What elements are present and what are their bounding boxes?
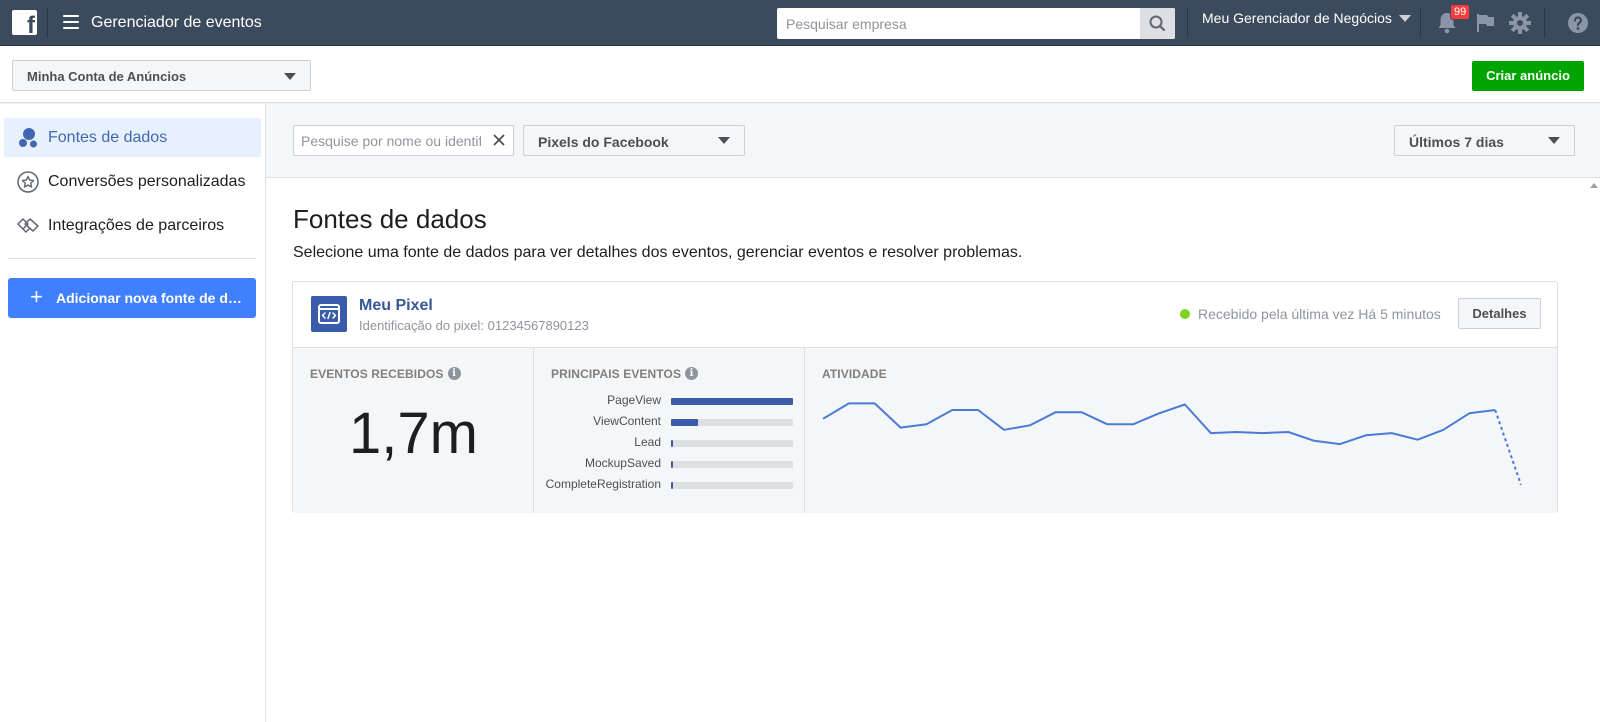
scrollbar-up-arrow[interactable] <box>1588 178 1600 192</box>
top-events-panel: PRINCIPAIS EVENTOS i PageView ViewContent L… <box>534 348 805 513</box>
create-ad-button[interactable]: Criar anúncio <box>1472 61 1584 91</box>
details-button[interactable]: Detalhes <box>1458 298 1541 329</box>
sidebar-item-data-sources[interactable]: Fontes de dados <box>4 118 261 157</box>
events-received-value: 1,7m <box>349 401 478 466</box>
close-icon[interactable] <box>491 132 507 148</box>
pixel-id: Identificação do pixel: 01234567890123 <box>359 318 589 333</box>
add-data-source-label: Adicionar nova fonte de d… <box>56 290 242 306</box>
ad-account-select[interactable]: Minha Conta de Anúncios <box>12 60 311 91</box>
source-type-select[interactable]: Pixels do Facebook <box>523 125 745 156</box>
data-source-search <box>293 125 514 156</box>
data-source-search-input[interactable] <box>294 126 488 155</box>
pixel-card: Meu Pixel Identificação do pixel: 012345… <box>292 281 1558 513</box>
sidebar-item-custom-conversions[interactable]: Conversões personalizadas <box>4 162 261 201</box>
top-event-name: MockupSaved <box>584 456 661 470</box>
top-event-bar-track <box>671 419 793 426</box>
page-subtitle: Selecione uma fonte de dados para ver de… <box>293 244 1023 261</box>
account-bar: Minha Conta de Anúncios Criar anúncio <box>0 46 1600 103</box>
date-range-label: Últimos 7 dias <box>1409 134 1504 150</box>
info-icon[interactable]: i <box>447 367 461 381</box>
search-button[interactable] <box>1140 8 1175 39</box>
top-event-bar <box>671 461 674 468</box>
date-range-select[interactable]: Últimos 7 dias <box>1394 125 1575 156</box>
top-event-bar-track <box>671 482 793 489</box>
divider <box>1420 8 1421 38</box>
sidebar-item-partner-integrations[interactable]: Integrações de parceiros <box>4 206 261 245</box>
top-event-name: CompleteRegistration <box>545 477 661 491</box>
top-event-row: CompleteRegistration <box>534 477 805 493</box>
ad-account-label: Minha Conta de Anúncios <box>27 69 187 84</box>
data-sources-icon <box>19 128 37 148</box>
top-event-row: ViewContent <box>534 414 805 430</box>
top-event-bar-track <box>671 440 793 447</box>
events-received-panel: EVENTOS RECEBIDOS i 1,7m <box>293 348 534 513</box>
chevron-down-icon <box>284 73 296 80</box>
top-event-row: Lead <box>534 435 805 451</box>
activity-line-projection <box>1494 409 1522 486</box>
sidebar-item-label: Integrações de parceiros <box>48 217 225 234</box>
top-event-row: MockupSaved <box>534 456 805 472</box>
pixel-code-icon <box>311 296 347 332</box>
activity-line <box>822 402 1496 446</box>
top-event-name: PageView <box>607 393 661 407</box>
hamburger-menu-icon[interactable] <box>63 15 79 29</box>
flag-icon <box>1477 14 1494 32</box>
main-content: Fontes de dados Selecione uma fonte de d… <box>266 178 1588 722</box>
top-event-row: PageView <box>534 393 805 409</box>
chevron-down-icon <box>1548 137 1560 144</box>
app-title: Gerenciador de eventos <box>91 14 262 31</box>
top-event-bar <box>671 482 674 489</box>
top-event-name: ViewContent <box>593 414 661 428</box>
source-type-label: Pixels do Facebook <box>538 134 669 150</box>
chevron-down-icon <box>718 137 730 144</box>
sidebar-item-label: Conversões personalizadas <box>48 173 246 190</box>
plus-icon: + <box>30 284 43 309</box>
activity-label: ATIVIDADE <box>822 367 887 381</box>
events-received-label: EVENTOS RECEBIDOS i <box>310 367 461 381</box>
top-event-bar-track <box>671 461 793 468</box>
sidebar-item-label: Fontes de dados <box>48 129 168 146</box>
top-events-label: PRINCIPAIS EVENTOS i <box>551 367 699 381</box>
settings-button[interactable] <box>1507 10 1533 36</box>
handshake-icon <box>17 218 39 234</box>
top-event-bar <box>671 419 698 426</box>
top-event-bar <box>671 398 793 405</box>
facebook-logo-icon[interactable]: f <box>12 10 37 35</box>
notification-badge: 99 <box>1450 4 1471 20</box>
page-title: Fontes de dados <box>293 204 487 234</box>
status-indicator <box>1180 309 1190 319</box>
filter-bar: Pixels do Facebook Últimos 7 dias <box>266 104 1600 178</box>
info-icon[interactable]: i <box>685 367 699 381</box>
business-search-input[interactable] <box>777 8 1143 39</box>
divider <box>1544 8 1545 38</box>
sidebar: Fontes de dados Conversões personalizada… <box>0 104 266 722</box>
top-event-name: Lead <box>634 435 661 449</box>
pixel-stats: EVENTOS RECEBIDOS i 1,7m PRINCIPAIS EVENT… <box>293 347 1557 513</box>
chevron-down-icon <box>1398 14 1411 22</box>
star-badge-icon <box>17 171 39 193</box>
business-manager-menu[interactable]: Meu Gerenciador de Negócios <box>1202 10 1411 26</box>
top-event-bar <box>671 440 674 447</box>
business-search <box>777 8 1175 39</box>
pixel-status: Recebido pela última vez Há 5 minutos <box>1198 306 1441 322</box>
top-bar: f Gerenciador de eventos Meu Gerenciador… <box>0 0 1600 46</box>
search-icon <box>1149 15 1166 32</box>
flag-button[interactable] <box>1472 10 1498 36</box>
divider <box>47 8 48 38</box>
divider <box>8 258 256 259</box>
add-data-source-button[interactable]: + Adicionar nova fonte de d… <box>8 278 256 318</box>
help-button[interactable] <box>1565 10 1591 36</box>
activity-panel: ATIVIDADE <box>805 348 1557 513</box>
activity-chart <box>822 402 1522 486</box>
gear-icon <box>1509 12 1531 34</box>
help-icon <box>1568 13 1588 33</box>
divider <box>1187 8 1188 38</box>
top-event-bar-track <box>671 398 793 405</box>
pixel-name-link[interactable]: Meu Pixel <box>359 297 433 315</box>
business-manager-label: Meu Gerenciador de Negócios <box>1202 10 1392 26</box>
